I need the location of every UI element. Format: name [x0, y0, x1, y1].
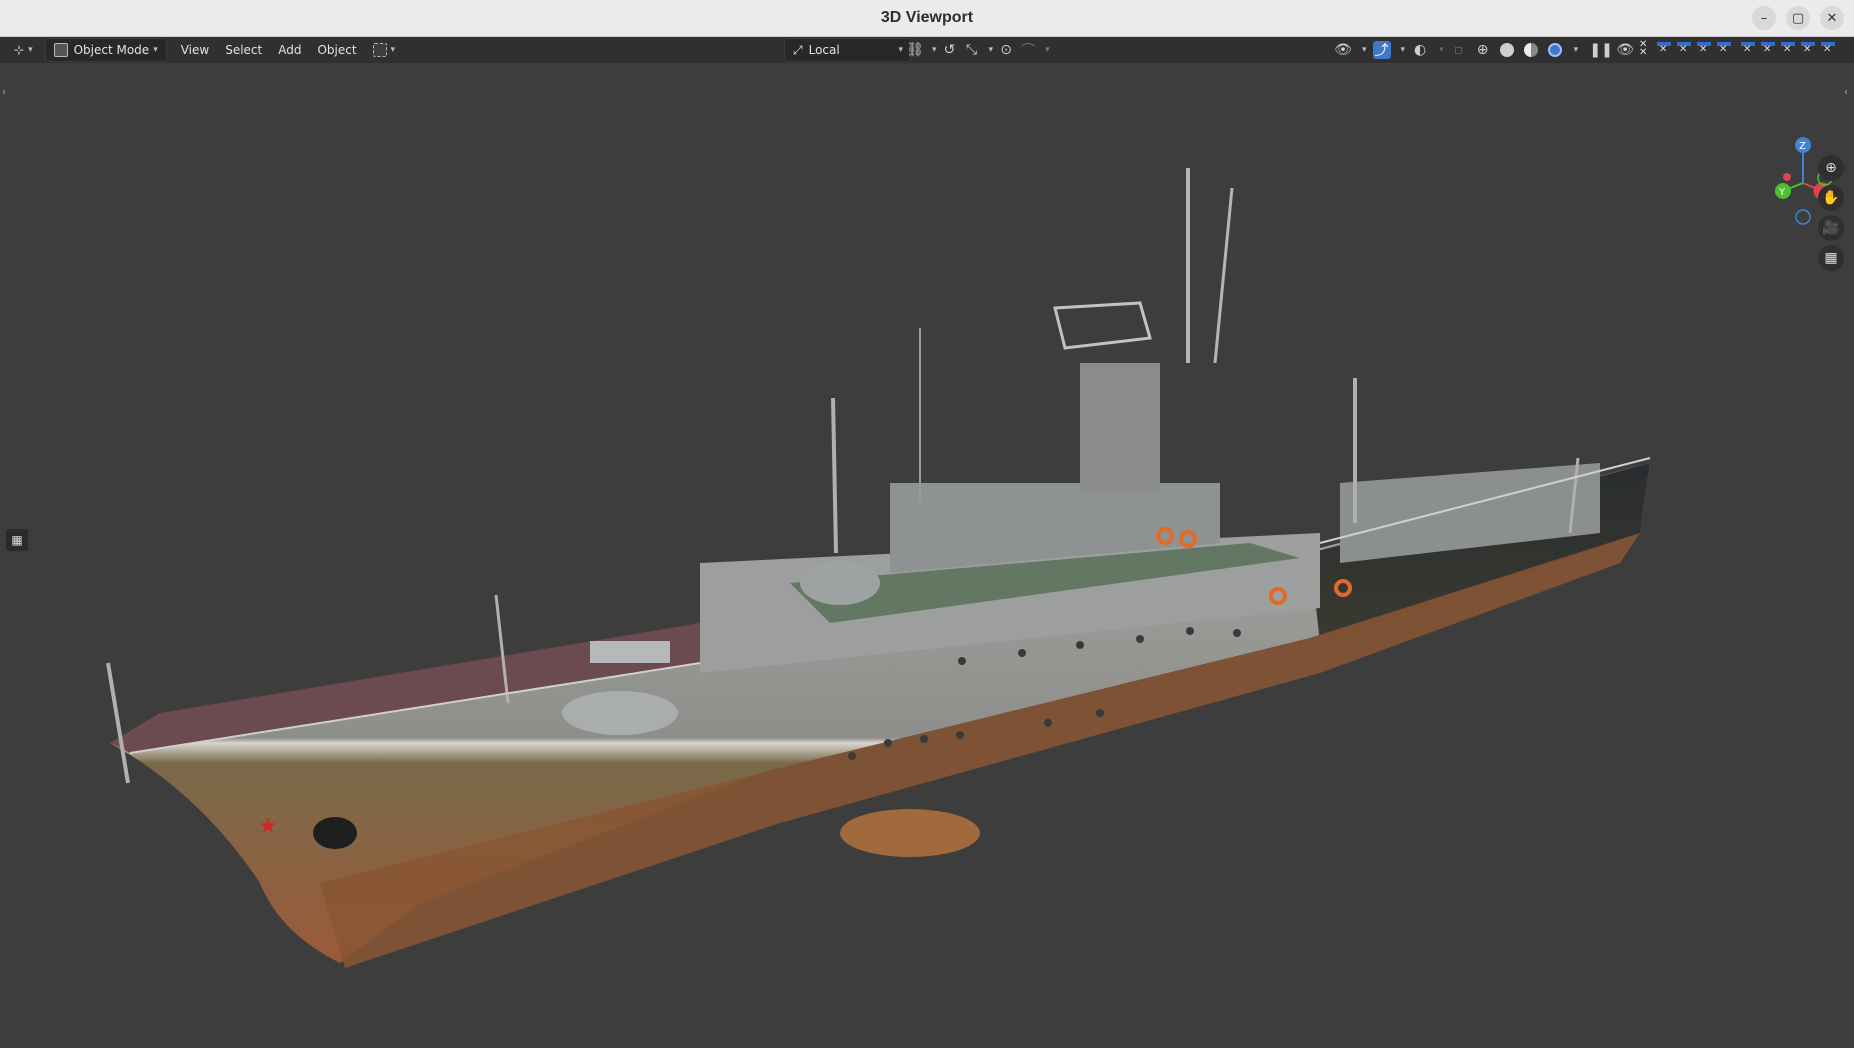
snap-icon[interactable]: ↺: [941, 41, 959, 59]
chevron-down-icon: ▾: [988, 45, 994, 55]
snapping-group: ⛓ ▾ ↺ ⤡ ▾ ⊙ ⌒ ▾: [906, 41, 1050, 59]
chevron-down-icon: ▾: [1573, 45, 1579, 55]
snap-target-icon[interactable]: ⤡: [963, 41, 981, 59]
missile-launcher: [590, 641, 670, 663]
collection-toggles-left: ✕ ✕ ✕ ✕ ✕ ✕: [1636, 40, 1732, 58]
display-controls: 👁 ▾ ⤴ ▾ ◐ ▾ ▫ ⊕ ▾ ❚❚ 👁: [1334, 41, 1634, 59]
shading-wireframe-icon[interactable]: ⊕: [1474, 41, 1492, 59]
transform-affect-button[interactable]: ▾: [365, 39, 404, 61]
grid-ortho-icon[interactable]: ▦: [1818, 245, 1844, 271]
ship-model[interactable]: ★: [0, 63, 1854, 1048]
jack-staff: [106, 662, 130, 784]
eagle-emblem: [313, 817, 357, 849]
collection-toggle[interactable]: ✕: [1740, 42, 1756, 58]
chevron-down-icon: ▾: [932, 45, 937, 55]
chevron-down-icon: ▾: [1400, 45, 1406, 55]
window-titlebar: 3D Viewport – ▢ ✕: [0, 0, 1854, 37]
affect-only-icon: [372, 43, 387, 57]
camera-icon[interactable]: 🎥: [1818, 215, 1844, 241]
collection-toggle[interactable]: ✕: [1820, 42, 1836, 58]
object-mode-icon: [53, 43, 68, 57]
z-axis-label: Z: [1799, 141, 1806, 152]
gizmo-icon[interactable]: ⤴: [1372, 41, 1391, 59]
viewport-3d[interactable]: › ‹ ★ ▦ Z Y ⊕ ✋ 🎥 ▦: [0, 63, 1854, 1048]
menu-object[interactable]: Object: [309, 39, 364, 61]
collection-toggle[interactable]: ✕: [1780, 42, 1796, 58]
menu-view[interactable]: View: [173, 39, 217, 61]
mode-dropdown[interactable]: Object Mode ▾: [44, 38, 167, 62]
y-axis-label: Y: [1778, 187, 1786, 198]
overlay-icon[interactable]: ◐: [1411, 41, 1429, 59]
shading-solid-icon[interactable]: [1499, 43, 1514, 57]
window-controls: – ▢ ✕: [1752, 6, 1844, 30]
visibility-icon[interactable]: 👁: [1334, 41, 1352, 59]
collection-toggle[interactable]: ✕: [1656, 42, 1672, 58]
mode-label: Object Mode: [73, 43, 150, 57]
proportional-edit-icon[interactable]: ⊙: [997, 41, 1015, 59]
collection-toggle[interactable]: ✕: [1760, 42, 1776, 58]
falloff-icon[interactable]: ⌒: [1019, 41, 1037, 59]
window-title: 3D Viewport: [880, 9, 974, 26]
lattice-mast: [1213, 187, 1234, 364]
collection-toggles-right: ✕ ✕ ✕ ✕ ✕: [1740, 42, 1836, 58]
pause-button[interactable]: ❚❚: [1589, 41, 1612, 59]
tool-settings-button[interactable]: ▦: [6, 529, 28, 551]
pivot-icon[interactable]: ⛓: [906, 41, 924, 59]
maximize-button[interactable]: ▢: [1786, 6, 1810, 30]
chevron-down-icon: ▾: [390, 45, 396, 55]
collection-toggle[interactable]: ✕: [1716, 42, 1732, 58]
tower: [1080, 363, 1160, 493]
view3d-icon: ⊹: [14, 43, 25, 57]
zoom-icon[interactable]: ⊕: [1818, 155, 1844, 181]
fore-mast: [831, 397, 838, 554]
viewport-header: ⊹ ▾ Object Mode ▾ View Select Add Object …: [0, 37, 1854, 63]
rocket-launcher: [800, 561, 880, 605]
red-star-emblem: ★: [258, 814, 278, 839]
chevron-down-icon: ▾: [153, 45, 158, 55]
radar-antenna: [1053, 301, 1152, 350]
orientation-icon: ⤢: [793, 42, 803, 57]
chevron-down-icon: ▾: [898, 45, 903, 55]
shading-material-icon[interactable]: [1523, 43, 1538, 57]
collection-toggle[interactable]: ✕ ✕: [1636, 40, 1652, 58]
xray-icon[interactable]: ▫: [1450, 41, 1468, 59]
transform-orientation-dropdown[interactable]: ⤢ Local ▾: [784, 38, 912, 62]
neg-z-axis-icon[interactable]: [1795, 209, 1811, 225]
collection-toggle[interactable]: ✕: [1676, 42, 1692, 58]
minimize-button[interactable]: –: [1752, 6, 1776, 30]
shading-rendered-icon[interactable]: [1547, 43, 1562, 57]
editor-type-button[interactable]: ⊹ ▾: [6, 39, 41, 61]
orientation-label: Local: [808, 43, 840, 57]
sonar-dome: [840, 809, 980, 857]
neg-x-axis-icon[interactable]: [1783, 173, 1791, 181]
chevron-down-icon: ▾: [1045, 45, 1050, 55]
close-button[interactable]: ✕: [1820, 6, 1844, 30]
menu-add[interactable]: Add: [270, 39, 309, 61]
chevron-down-icon: ▾: [1439, 45, 1444, 55]
chevron-down-icon: ▾: [28, 45, 33, 55]
collection-toggle[interactable]: ✕: [1800, 42, 1816, 58]
menu-select[interactable]: Select: [217, 39, 270, 61]
hand-pan-icon[interactable]: ✋: [1818, 185, 1844, 211]
chevron-down-icon: ▾: [1362, 45, 1367, 55]
gun-turret: [562, 691, 678, 735]
eye-icon[interactable]: 👁: [1616, 41, 1634, 59]
collection-toggle[interactable]: ✕: [1696, 42, 1712, 58]
